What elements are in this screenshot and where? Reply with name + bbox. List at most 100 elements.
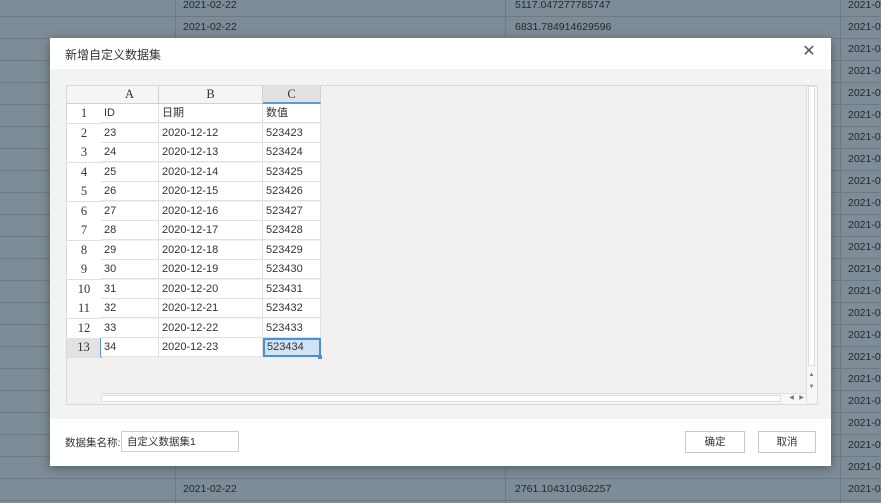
grid-cell[interactable]: 31 [101,279,159,299]
grid-cell[interactable]: 523425 [263,162,321,182]
background-cell: 2021-0 [848,219,881,231]
confirm-button[interactable]: 确定 [685,431,745,453]
row-header[interactable]: 2 [67,123,102,144]
background-cell: 6831.784914629596 [515,21,612,33]
grid-cell[interactable]: 523424 [263,143,321,162]
grid-cell[interactable]: 2020-12-22 [159,318,263,338]
grid-cell[interactable]: 2020-12-13 [159,143,263,162]
column-header[interactable]: B [159,86,263,104]
background-cell: 2021-0 [848,285,881,297]
row-header[interactable]: 1 [67,104,102,124]
row-header[interactable]: 13 [67,338,102,358]
background-cell: 2021-0 [848,175,881,187]
background-cell: 2021-0 [848,65,881,77]
background-cell: 2021-0 [848,329,881,341]
background-cell: 2021-0 [848,351,881,363]
background-cell: 2021-0 [848,417,881,429]
grid-cell[interactable]: 2020-12-14 [159,162,263,182]
grid-cell[interactable]: 26 [101,182,159,201]
background-cell: 2021-02-22 [183,0,237,11]
grid-cell[interactable]: 33 [101,318,159,338]
dialog-header: 新增自定义数据集 ✕ [50,38,831,69]
cancel-button[interactable]: 取消 [758,431,816,453]
background-cell: 2021-0 [848,241,881,253]
horizontal-scrollbar[interactable]: ◀ ▶ [101,393,806,404]
scroll-down-icon[interactable]: ▼ [807,383,816,392]
grid-cell[interactable]: 2020-12-20 [159,279,263,299]
grid-cell[interactable]: 32 [101,299,159,318]
background-cell: 2021-0 [848,439,881,451]
close-icon[interactable]: ✕ [801,44,817,60]
grid-cell[interactable]: 523429 [263,240,321,260]
background-cell: 2021-0 [848,87,881,99]
select-all-corner[interactable] [67,86,102,104]
grid-cell[interactable]: 25 [101,162,159,182]
grid-cell[interactable]: ID [101,104,159,123]
background-cell: 2021-02-22 [183,21,237,33]
grid-cell[interactable]: 2020-12-17 [159,221,263,240]
row-header[interactable]: 6 [67,201,102,222]
row-header[interactable]: 12 [67,318,102,339]
background-cell: 2021-0 [848,43,881,55]
grid-cell[interactable]: 27 [101,201,159,221]
grid-cell[interactable]: 30 [101,260,159,279]
dialog-footer: 数据集名称: 确定 取消 [50,419,831,466]
row-header[interactable]: 3 [67,143,102,163]
grid-cell[interactable]: 2020-12-21 [159,299,263,318]
row-header[interactable]: 9 [67,260,102,280]
grid-cell[interactable]: 2020-12-23 [159,338,263,357]
row-header[interactable]: 5 [67,182,102,202]
background-cell: 2021-0 [848,131,881,143]
grid-cell[interactable]: 523434 [263,338,321,357]
grid-cell[interactable]: 34 [101,338,159,357]
background-row: 2021-02-22 2761.104310362257 2021-0 [0,479,881,501]
new-custom-dataset-dialog: 新增自定义数据集 ✕ A B C 1 ID 日期 数值 2 23 2020-12-12 523423… [50,38,831,466]
grid-cell[interactable]: 2020-12-12 [159,123,263,143]
spreadsheet[interactable]: A B C 1 ID 日期 数值 2 23 2020-12-12 523423 3 24 2020-12-… [66,85,818,405]
dataset-name-input[interactable] [121,431,239,452]
background-cell: 5117.047277785747 [515,0,611,11]
grid-cell[interactable]: 523426 [263,182,321,201]
column-header[interactable]: C [263,86,321,104]
column-header[interactable]: A [101,86,159,104]
grid-cell[interactable]: 523432 [263,299,321,318]
grid-cell[interactable]: 24 [101,143,159,162]
background-cell: 2021-0 [848,395,881,407]
background-cell: 2021-0 [848,373,881,385]
row-header[interactable]: 11 [67,299,102,319]
grid-cell[interactable]: 523430 [263,260,321,279]
background-cell: 2021-0 [848,21,881,33]
vertical-scrollbar[interactable]: ▲ ▼ [806,86,817,403]
row-header[interactable]: 8 [67,240,102,261]
grid-cell[interactable]: 29 [101,240,159,260]
grid-cell[interactable]: 2020-12-16 [159,201,263,221]
background-cell: 2021-0 [848,461,881,473]
scroll-up-icon[interactable]: ▲ [807,371,816,380]
scroll-right-icon[interactable]: ▶ [797,394,806,403]
grid-cell[interactable]: 2020-12-19 [159,260,263,279]
grid-cell[interactable]: 数值 [263,104,321,123]
row-header[interactable]: 7 [67,221,102,241]
background-cell: 2021-0 [848,197,881,209]
scroll-left-icon[interactable]: ◀ [787,394,796,403]
background-cell: 2021-0 [848,153,881,165]
grid-cell[interactable]: 28 [101,221,159,240]
row-header[interactable]: 4 [67,162,102,183]
grid-cell[interactable]: 2020-12-15 [159,182,263,201]
grid-cell[interactable]: 523428 [263,221,321,240]
grid-cell[interactable]: 2020-12-18 [159,240,263,260]
grid-cell[interactable]: 23 [101,123,159,143]
dialog-body: A B C 1 ID 日期 数值 2 23 2020-12-12 523423 3 24 2020-12-… [50,69,831,419]
fill-handle[interactable] [318,355,322,359]
grid-cell[interactable]: 523427 [263,201,321,221]
grid-cell[interactable]: 523431 [263,279,321,299]
grid-cell[interactable]: 523433 [263,318,321,338]
grid-cell[interactable]: 523423 [263,123,321,143]
row-header[interactable]: 10 [67,279,102,300]
vertical-scroll-thumb[interactable] [808,86,815,366]
background-cell: 2021-0 [848,483,881,495]
background-cell: 2021-0 [848,109,881,121]
background-cell: 2021-02-22 [183,483,237,495]
horizontal-scroll-thumb[interactable] [101,395,781,402]
grid-cell[interactable]: 日期 [159,104,263,123]
